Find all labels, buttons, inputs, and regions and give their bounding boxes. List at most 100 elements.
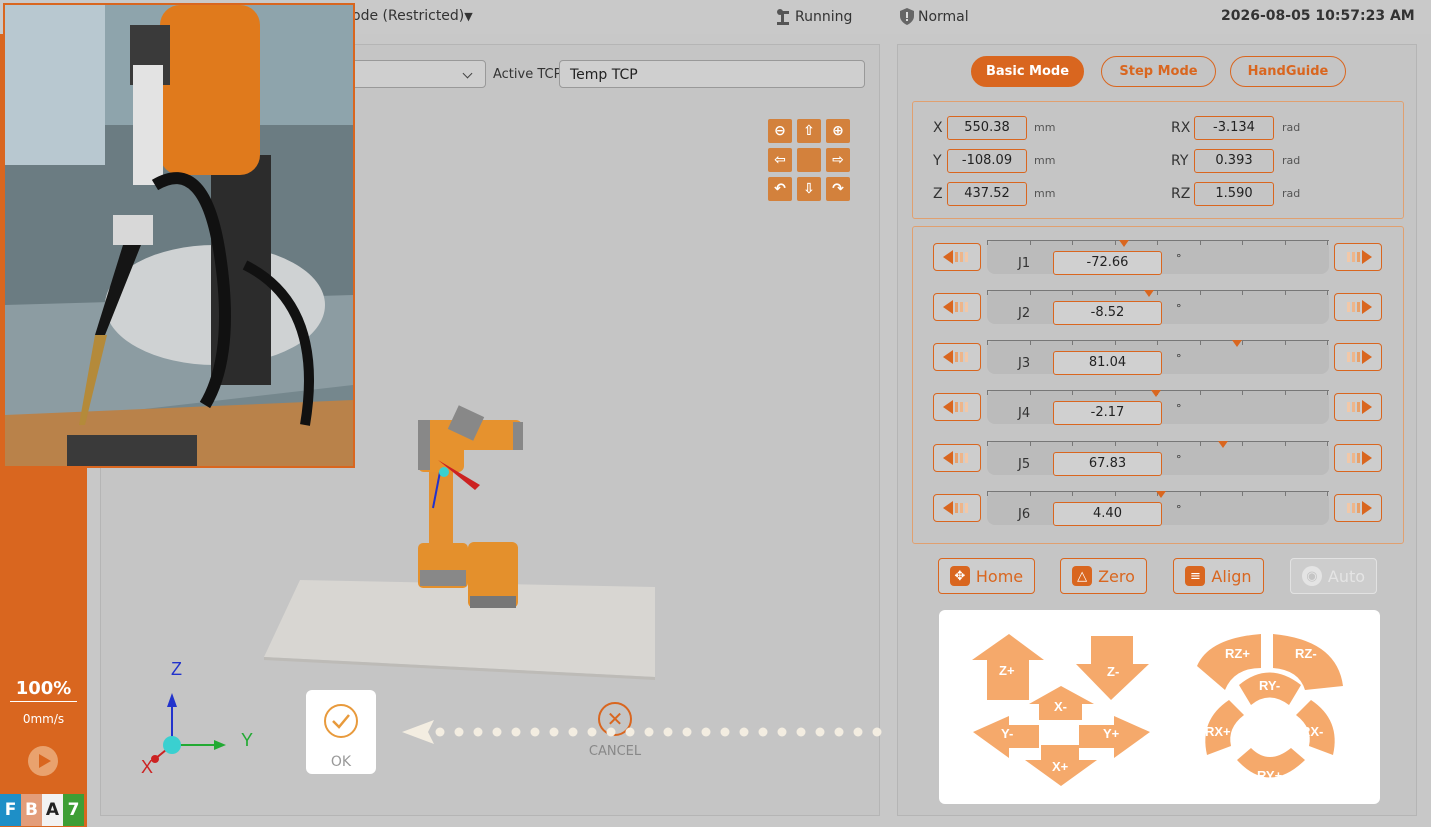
slider-tick — [1284, 390, 1286, 395]
rotate-right-icon[interactable]: ↷ — [826, 177, 850, 201]
coord-ry-field[interactable]: 0.393 — [1194, 149, 1274, 173]
basic-mode-button[interactable]: Basic Mode — [971, 56, 1084, 87]
slider-tick — [1157, 441, 1158, 446]
auto-icon: ◉ — [1301, 566, 1322, 586]
view-center-button[interactable] — [797, 148, 821, 172]
view-left-icon[interactable]: ⇦ — [768, 148, 792, 172]
jog-z-minus-button[interactable]: Z- — [1076, 636, 1149, 700]
coord-y-field[interactable]: -108.09 — [947, 149, 1027, 173]
slider-marker[interactable] — [1231, 340, 1242, 347]
jog-ry-minus-button[interactable]: RY- — [1239, 672, 1301, 706]
joint-4-unit: ° — [1176, 402, 1182, 415]
joint-5-decrease-button[interactable] — [933, 444, 981, 472]
slider-marker[interactable] — [1144, 290, 1155, 297]
slider-tick — [1199, 441, 1201, 446]
view-right-icon[interactable]: ⇨ — [826, 148, 850, 172]
auto-button[interactable]: ◉ Auto — [1290, 558, 1377, 594]
joint-1-decrease-button[interactable] — [933, 243, 981, 271]
slider-marker[interactable] — [1217, 441, 1228, 448]
joint-3-decrease-button[interactable] — [933, 343, 981, 371]
jog-y-plus-button[interactable]: Y+ — [1079, 716, 1150, 758]
joint-3-increase-button[interactable] — [1334, 343, 1382, 371]
zoom-in-icon[interactable]: ⊕ — [826, 119, 850, 143]
joint-4-decrease-button[interactable] — [933, 393, 981, 421]
slider-tick — [1242, 441, 1243, 446]
joint-5-increase-button[interactable] — [1334, 444, 1382, 472]
slider-tick — [1242, 390, 1243, 395]
slider-marker[interactable] — [1156, 491, 1167, 498]
slider-tick — [1199, 390, 1201, 395]
slider-tick — [1284, 491, 1286, 496]
zoom-out-icon[interactable]: ⊖ — [768, 119, 792, 143]
ok-button[interactable]: OK — [306, 690, 376, 774]
handguide-mode-button[interactable]: HandGuide — [1230, 56, 1346, 87]
operating-mode-selector[interactable]: ode (Restricted)▼ — [352, 8, 473, 24]
coord-x-field[interactable]: 550.38 — [947, 116, 1027, 140]
axes-gizmo: Z Y X — [141, 659, 253, 777]
slider-tick — [1114, 491, 1116, 496]
play-button[interactable] — [28, 746, 58, 776]
camera-image — [5, 5, 353, 466]
jog-rx-minus-button[interactable]: RX- — [1296, 700, 1335, 755]
joint-5-unit: ° — [1176, 453, 1182, 466]
view-up-icon[interactable]: ⇧ — [797, 119, 821, 143]
align-button[interactable]: ≡ Align — [1173, 558, 1264, 594]
camera-feed[interactable] — [3, 3, 355, 468]
coord-rz-field[interactable]: 1.590 — [1194, 182, 1274, 206]
joint-4-increase-button[interactable] — [1334, 393, 1382, 421]
arrow-left-icon — [943, 300, 968, 314]
jog-ry-plus-button[interactable]: RY+ — [1237, 748, 1305, 783]
slider-tick — [1199, 491, 1201, 496]
arrow-right-icon — [1347, 350, 1372, 364]
coord-z-field[interactable]: 437.52 — [947, 182, 1027, 206]
joint-3-value-field[interactable]: 81.04 — [1053, 351, 1162, 375]
axis-x-label: X — [141, 757, 153, 777]
jog-x-plus-button[interactable]: X+ — [1025, 745, 1097, 786]
joint-1-value-field[interactable]: -72.66 — [1053, 251, 1162, 275]
slider-marker[interactable] — [1151, 390, 1162, 397]
jog-rx-plus-button[interactable]: RX+ — [1205, 700, 1244, 755]
slider-scale — [987, 290, 1329, 291]
slider-tick — [1029, 491, 1031, 496]
slider-tick — [1242, 290, 1243, 295]
slider-tick — [1199, 290, 1201, 295]
joint-5-label: J5 — [1018, 457, 1031, 472]
joint-2-increase-button[interactable] — [1334, 293, 1382, 321]
arrow-left-icon — [943, 451, 968, 465]
rotate-left-icon[interactable]: ↶ — [768, 177, 792, 201]
coord-z-unit: mm — [1034, 187, 1056, 200]
slider-tick — [1114, 290, 1116, 295]
joint-2-decrease-button[interactable] — [933, 293, 981, 321]
jog-y-minus-button[interactable]: Y- — [973, 716, 1039, 758]
slider-tick — [1029, 240, 1031, 245]
slider-tick — [1072, 390, 1073, 395]
speed-percent[interactable]: 100% — [10, 678, 77, 702]
home-button[interactable]: ✥ Home — [938, 558, 1035, 594]
joint-4-label: J4 — [1018, 406, 1031, 421]
active-tcp-field[interactable]: Temp TCP — [559, 60, 865, 88]
joint-2-value-field[interactable]: -8.52 — [1053, 301, 1162, 325]
home-label: Home — [975, 566, 1024, 586]
axis-y-label: Y — [241, 730, 253, 750]
joint-6-increase-button[interactable] — [1334, 494, 1382, 522]
joint-5-value-field[interactable]: 67.83 — [1053, 452, 1162, 476]
slider-tick — [1029, 340, 1031, 345]
joint-4-value-field[interactable]: -2.17 — [1053, 401, 1162, 425]
coord-rx-field[interactable]: -3.134 — [1194, 116, 1274, 140]
jog-x-minus-button[interactable]: X- — [1029, 686, 1094, 720]
view-down-icon[interactable]: ⇩ — [797, 177, 821, 201]
svg-text:RY+: RY+ — [1257, 768, 1283, 783]
step-mode-button[interactable]: Step Mode — [1101, 56, 1216, 87]
slider-tick — [1327, 240, 1328, 245]
zero-button[interactable]: △ Zero — [1060, 558, 1147, 594]
joint-6-decrease-button[interactable] — [933, 494, 981, 522]
slider-marker[interactable] — [1118, 240, 1129, 247]
joint-1-increase-button[interactable] — [1334, 243, 1382, 271]
slider-tick — [1114, 240, 1116, 245]
jog-z-plus-button[interactable]: Z+ — [972, 634, 1044, 700]
tcp-dropdown[interactable] — [350, 60, 486, 88]
slider-scale — [987, 240, 1329, 241]
svg-text:X+: X+ — [1052, 759, 1069, 774]
axis-z-label: Z — [171, 659, 182, 679]
joint-6-value-field[interactable]: 4.40 — [1053, 502, 1162, 526]
